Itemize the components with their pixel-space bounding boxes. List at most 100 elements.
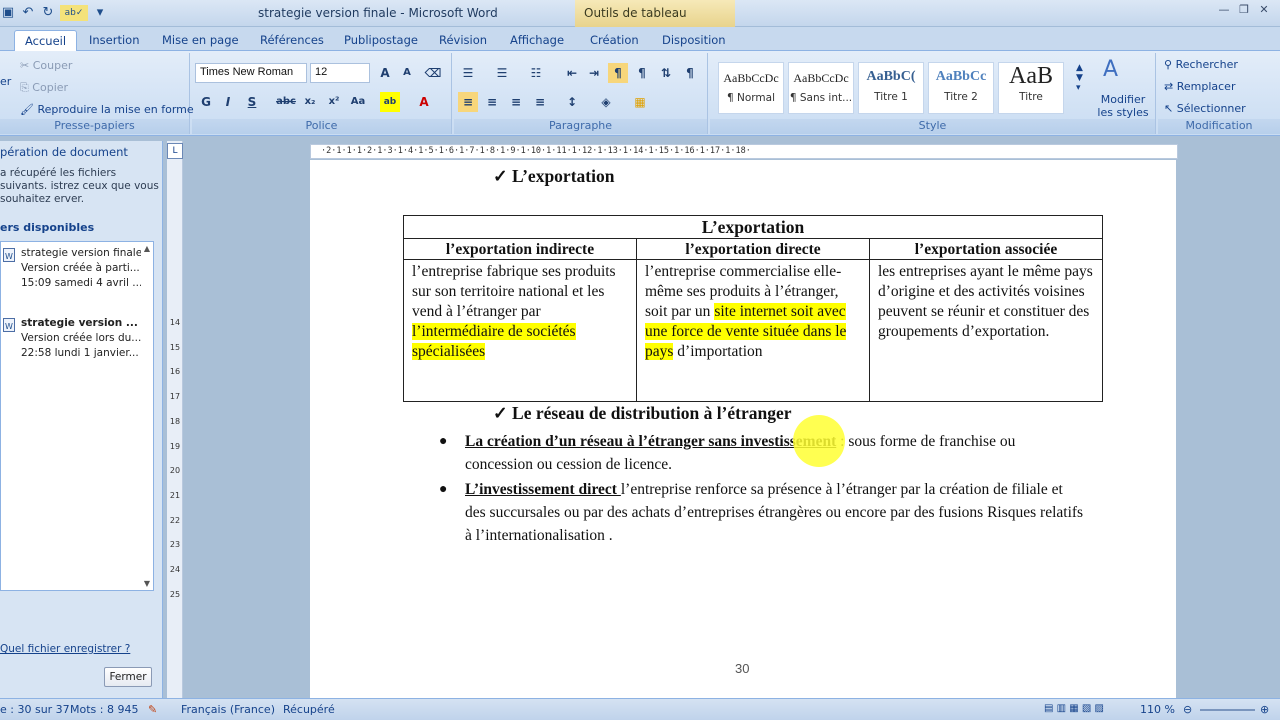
proofing-icon[interactable]: ✎ xyxy=(148,703,157,716)
table-cell[interactable]: l’entreprise commercialise elle-même ses… xyxy=(637,260,870,401)
language-indicator[interactable]: Français (France) xyxy=(181,703,275,716)
increase-indent-icon[interactable]: ⇥ xyxy=(584,63,604,83)
tab-revision[interactable]: Révision xyxy=(439,30,487,51)
cut-button[interactable]: ✂ Couper xyxy=(20,59,72,72)
scroll-up-icon[interactable]: ▲ xyxy=(144,244,150,253)
underline-icon[interactable]: S xyxy=(242,92,262,112)
justify-icon[interactable]: ≡ xyxy=(530,92,550,112)
heading-reseau-distribution: ✓ Le réseau de distribution à l’étranger xyxy=(493,403,792,423)
borders-icon[interactable]: ▦ xyxy=(630,92,650,112)
style-normal[interactable]: AaBbCcDc ¶ Normal xyxy=(718,62,784,114)
table-cell[interactable]: l’entreprise fabrique ses produits sur s… xyxy=(404,260,637,401)
multilevel-list-icon[interactable]: ☷ xyxy=(526,63,546,83)
paste-button[interactable]: er xyxy=(0,75,11,88)
font-group-label: Police xyxy=(192,119,451,134)
save-icon[interactable]: ▣ xyxy=(0,5,16,21)
style-titre[interactable]: AaB Titre xyxy=(998,62,1064,114)
redo-icon[interactable]: ↻ xyxy=(40,5,56,21)
font-size-select[interactable]: 12 xyxy=(310,63,370,83)
show-marks-icon[interactable]: ¶ xyxy=(680,63,700,83)
rtl-icon[interactable]: ¶ xyxy=(632,63,652,83)
exportation-table[interactable]: L’exportation l’exportation indirecte l’… xyxy=(403,215,1103,402)
view-buttons-icon[interactable]: ▤ ▥ ▦ ▧ ▨ xyxy=(1044,703,1104,714)
tab-affichage[interactable]: Affichage xyxy=(510,30,564,51)
bold-icon[interactable]: G xyxy=(196,92,216,112)
align-left-icon[interactable]: ≡ xyxy=(458,92,478,112)
style-name: ¶ Normal xyxy=(726,92,775,104)
ruler-scale: ·2·1·1·1·2·1·3·1·4·1·5·1·6·1·7·1·8·1·9·1… xyxy=(321,146,751,156)
font-color-icon[interactable]: A xyxy=(414,92,434,112)
list-item: ● La création d’un réseau à l’étranger s… xyxy=(439,430,1085,476)
align-right-icon[interactable]: ≡ xyxy=(506,92,526,112)
strikethrough-icon[interactable]: abc xyxy=(276,92,296,112)
vertical-ruler[interactable]: L 14 15 16 17 18 19 20 21 22 23 24 25 xyxy=(167,141,183,698)
vertical-ruler-number: 21 xyxy=(169,490,181,500)
vertical-ruler-number: 17 xyxy=(169,392,181,402)
tab-accueil[interactable]: Accueil xyxy=(14,30,78,51)
format-painter-button[interactable]: 🖌 Reproduire la mise en forme xyxy=(20,103,194,116)
zoom-slider[interactable] xyxy=(1200,709,1255,711)
numbering-icon[interactable]: ☰ xyxy=(492,63,512,83)
customize-qat-icon[interactable]: ▾ xyxy=(92,5,108,21)
find-label: Rechercher xyxy=(1175,58,1238,71)
decrease-indent-icon[interactable]: ⇤ xyxy=(562,63,582,83)
document-page[interactable]: ✓ L’exportation L’exportation l’exportat… xyxy=(310,160,1176,698)
find-button[interactable]: ⚲ Rechercher xyxy=(1164,58,1238,71)
tab-mise-en-page[interactable]: Mise en page xyxy=(162,30,239,51)
spelling-icon[interactable]: ab✓ xyxy=(60,5,88,21)
close-icon[interactable]: ✕ xyxy=(1256,3,1272,17)
tab-disposition[interactable]: Disposition xyxy=(662,30,726,51)
recovered-status: Récupéré xyxy=(283,703,335,716)
align-center-icon[interactable]: ≡ xyxy=(482,92,502,112)
superscript-icon[interactable]: x² xyxy=(324,92,344,112)
tab-insertion[interactable]: Insertion xyxy=(89,30,140,51)
sort-icon[interactable]: ⇅ xyxy=(656,63,676,83)
font-name-select[interactable]: Times New Roman xyxy=(195,63,307,83)
line-spacing-icon[interactable]: ↕ xyxy=(562,92,582,112)
style-titre1[interactable]: AaBbC(Titre 1 xyxy=(858,62,924,114)
list-item[interactable]: W strategie version ... Version créée lo… xyxy=(3,316,141,361)
brush-icon: 🖌 xyxy=(20,103,38,116)
highlight-icon[interactable]: ab xyxy=(380,92,400,112)
ltr-icon[interactable]: ¶ xyxy=(608,63,628,83)
select-button[interactable]: ↖ Sélectionner xyxy=(1164,102,1246,115)
scroll-down-icon[interactable]: ▼ xyxy=(144,579,150,588)
bullets-icon[interactable]: ☰ xyxy=(458,63,478,83)
recovered-file-list[interactable]: W strategie version finale Version créée… xyxy=(0,241,154,591)
shading-icon[interactable]: ◈ xyxy=(596,92,616,112)
word-count[interactable]: Mots : 8 945 xyxy=(70,703,138,716)
paragraph-group-label: Paragraphe xyxy=(454,119,707,134)
minimize-icon[interactable]: — xyxy=(1216,3,1232,17)
style-titre2[interactable]: AaBbCc Titre 2 xyxy=(928,62,994,114)
shrink-font-icon[interactable]: A xyxy=(397,63,417,83)
document-recovery-pane: pération de document a récupéré les fich… xyxy=(0,141,163,698)
zoom-out-icon[interactable]: ⊖ xyxy=(1183,703,1192,716)
table-header: l’exportation directe xyxy=(637,239,870,260)
tab-creation[interactable]: Création xyxy=(590,30,639,51)
modify-styles-button[interactable]: Modifier les styles xyxy=(1093,93,1153,119)
tab-publipostage[interactable]: Publipostage xyxy=(344,30,418,51)
restore-icon[interactable]: ❐ xyxy=(1236,3,1252,17)
word-doc-icon: W xyxy=(3,318,15,332)
clear-format-icon[interactable]: ⌫ xyxy=(423,63,443,83)
undo-icon[interactable]: ↶ xyxy=(20,5,36,21)
which-file-link[interactable]: Quel fichier enregistrer ? xyxy=(0,643,130,655)
tab-references[interactable]: Références xyxy=(260,30,324,51)
styles-scroll-icon[interactable]: ▲ ▼ ▾ xyxy=(1076,63,1083,93)
page-count[interactable]: e : 30 sur 37 xyxy=(0,703,70,716)
italic-icon[interactable]: I xyxy=(218,92,238,112)
copy-button[interactable]: ⎘ Copier xyxy=(20,81,68,95)
style-sans-interligne[interactable]: AaBbCcDc ¶ Sans int... xyxy=(788,62,854,114)
zoom-level[interactable]: 110 % xyxy=(1140,703,1175,716)
replace-button[interactable]: ⇄ Remplacer xyxy=(1164,80,1235,93)
close-button[interactable]: Fermer xyxy=(104,667,152,687)
change-case-icon[interactable]: Aa xyxy=(348,92,368,112)
table-cell[interactable]: les entreprises ayant le même pays d’ori… xyxy=(870,260,1102,401)
horizontal-ruler[interactable]: ·2·1·1·1·2·1·3·1·4·1·5·1·6·1·7·1·8·1·9·1… xyxy=(310,144,1178,159)
file-version: Version créée lors du... xyxy=(21,332,141,344)
grow-font-icon[interactable]: A xyxy=(375,63,395,83)
subscript-icon[interactable]: x₂ xyxy=(300,92,320,112)
zoom-in-icon[interactable]: ⊕ xyxy=(1260,703,1269,716)
list-item[interactable]: W strategie version finale Version créée… xyxy=(3,246,141,291)
tab-selector-icon[interactable]: L xyxy=(167,143,183,159)
